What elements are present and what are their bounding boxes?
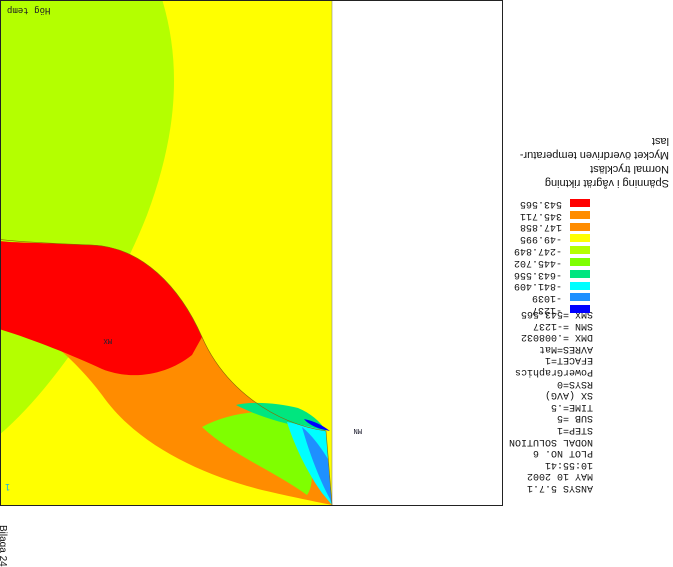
info-line: MAY 10 2002 bbox=[526, 470, 593, 482]
info-line: AVRES=Mat bbox=[538, 342, 593, 354]
legend-swatch bbox=[570, 198, 590, 207]
info-line: 10:55:41 bbox=[544, 458, 593, 470]
page-stamp: Bilaga 24 bbox=[0, 525, 8, 567]
legend-row: 345.711 bbox=[505, 209, 593, 221]
legend-swatch bbox=[570, 281, 590, 290]
legend-value: -445.702 bbox=[513, 256, 562, 268]
info-line: EFACET=1 bbox=[544, 354, 593, 366]
legend-row: -247.849 bbox=[505, 244, 593, 256]
legend-row: -49.995 bbox=[505, 232, 593, 244]
legend-swatch bbox=[570, 246, 590, 255]
legend-value: 147.858 bbox=[519, 221, 562, 233]
legend-swatch bbox=[570, 234, 590, 243]
info-line: RSYS=0 bbox=[556, 377, 593, 389]
title-line: last bbox=[651, 135, 669, 147]
legend-value: -49.995 bbox=[519, 233, 562, 245]
contour-plot-viewport: Hög temp 1 MN MX bbox=[0, 0, 503, 506]
title-line: Normal tryckläst bbox=[590, 163, 669, 175]
legend-row: -1237 bbox=[505, 303, 593, 315]
legend-value: -1039 bbox=[531, 292, 562, 304]
legend-row: 147.858 bbox=[505, 221, 593, 233]
contour-legend: -1237 -1039 -841.409 -643.556 -445.702 -247.8… bbox=[505, 197, 593, 315]
legend-value: -643.556 bbox=[513, 268, 562, 280]
legend-row: 543.565 bbox=[505, 197, 593, 209]
legend-swatch bbox=[570, 257, 590, 266]
plot-corner-label: Hög temp bbox=[7, 5, 51, 15]
legend-value: -841.409 bbox=[513, 280, 562, 292]
legend-swatch bbox=[570, 210, 590, 219]
legend-row: -841.409 bbox=[505, 280, 593, 292]
info-line: DMX =.008032 bbox=[520, 331, 593, 343]
legend-row: -445.702 bbox=[505, 256, 593, 268]
info-line: PowerGraphics bbox=[514, 366, 593, 378]
info-line: NODAL SOLUTION bbox=[508, 435, 593, 447]
legend-swatch bbox=[570, 293, 590, 302]
contour-layers bbox=[0, 0, 332, 505]
legend-row: -643.556 bbox=[505, 268, 593, 280]
info-line: PLOT NO. 6 bbox=[532, 447, 593, 459]
legend-swatch bbox=[570, 305, 590, 314]
info-line: TIME=.5 bbox=[550, 400, 593, 412]
legend-value: 543.565 bbox=[519, 197, 562, 209]
info-line: SX (AVG) bbox=[544, 389, 593, 401]
info-line: ANSYS 5.7.1 bbox=[526, 482, 593, 493]
legend-row: -1039 bbox=[505, 291, 593, 303]
node-mark-max: MX bbox=[103, 337, 112, 345]
solution-info-block: ANSYS 5.7.1 MAY 10 2002 10:55:41 PLOT NO. 6… bbox=[505, 308, 593, 493]
rotated-page: Hög temp 1 MN MX ANSYS 5.7.1 MAY 10 2002 1… bbox=[0, 0, 673, 550]
triad-label: 1 bbox=[5, 481, 11, 491]
info-line: STEP=1 bbox=[556, 424, 593, 436]
legend-value: 345.711 bbox=[519, 209, 562, 221]
title-line: Mycket överdriven temperatur- bbox=[519, 149, 669, 161]
contour-plot bbox=[0, 0, 333, 505]
legend-swatch bbox=[570, 222, 590, 231]
info-line: SMN =-1237 bbox=[532, 319, 593, 331]
node-mark-min: MN bbox=[353, 427, 362, 435]
legend-value: -247.849 bbox=[513, 245, 562, 257]
legend-swatch bbox=[570, 269, 590, 278]
info-line: SUB =5 bbox=[556, 412, 593, 424]
legend-value: -1237 bbox=[531, 304, 562, 315]
title-line: Spänning i vågrät riktning bbox=[544, 177, 669, 189]
plot-title-block: Spänning i vågrät riktning Normal trycklä… bbox=[503, 134, 673, 190]
